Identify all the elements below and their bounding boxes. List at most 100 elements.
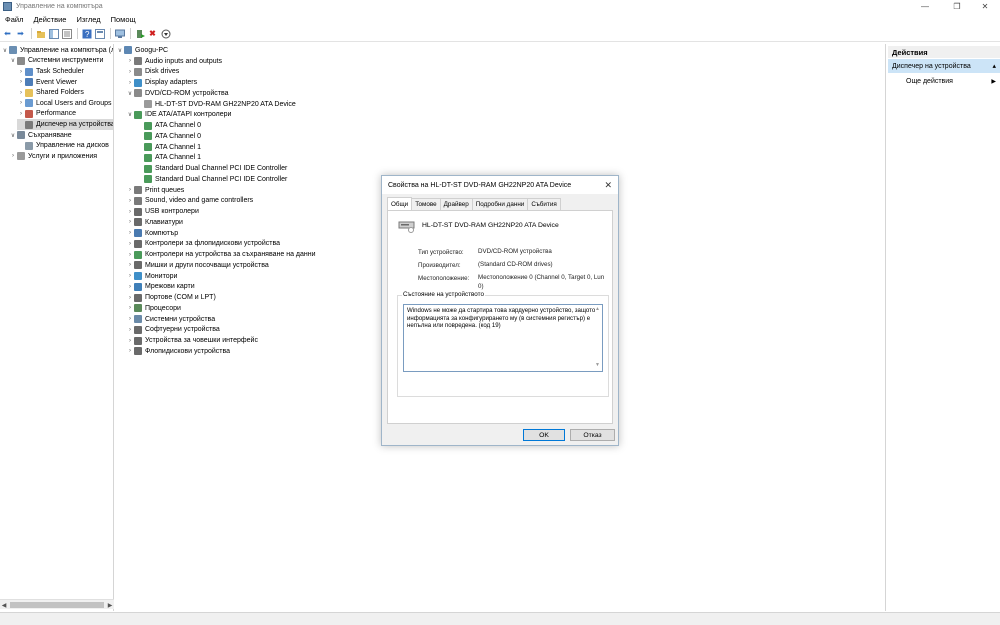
- collapsed-chevron-icon[interactable]: ›: [17, 90, 25, 96]
- expanded-chevron-icon[interactable]: ∨: [9, 132, 17, 139]
- device-tree-item[interactable]: › Софтуерни устройства: [126, 325, 220, 336]
- device-tree-item[interactable]: ∨ DVD/CD-ROM устройства: [126, 88, 229, 99]
- uninstall-device-icon[interactable]: ✖: [147, 28, 158, 39]
- device-tree-item[interactable]: › USB контролери: [126, 206, 199, 217]
- scroll-up-icon[interactable]: ▲: [595, 306, 600, 314]
- expanded-chevron-icon[interactable]: ∨: [1, 47, 9, 54]
- console-tree-item[interactable]: ∨ Съхраняване: [9, 130, 72, 141]
- collapsed-chevron-icon[interactable]: ›: [126, 230, 134, 236]
- menu-action[interactable]: Действие: [28, 15, 71, 24]
- collapsed-chevron-icon[interactable]: ›: [126, 241, 134, 247]
- collapsed-chevron-icon[interactable]: ›: [126, 80, 134, 86]
- actions-device-manager[interactable]: Диспечер на устройства ▴: [888, 59, 1000, 73]
- device-tree-item[interactable]: ∨ IDE ATA/ATAPI контролери: [126, 110, 231, 121]
- expanded-chevron-icon[interactable]: ∨: [126, 90, 134, 97]
- device-tree-item[interactable]: ATA Channel 1: [136, 142, 201, 153]
- restore-button[interactable]: ❐: [942, 0, 972, 13]
- help-icon[interactable]: ?: [81, 28, 92, 39]
- collapsed-chevron-icon[interactable]: ›: [126, 69, 134, 75]
- expanded-chevron-icon[interactable]: ∨: [126, 111, 134, 118]
- scan-hardware-icon[interactable]: [160, 28, 171, 39]
- device-tree-item[interactable]: ATA Channel 0: [136, 120, 201, 131]
- collapsed-chevron-icon[interactable]: ›: [126, 316, 134, 322]
- collapsed-chevron-icon[interactable]: ›: [126, 198, 134, 204]
- collapsed-chevron-icon[interactable]: ›: [17, 111, 25, 117]
- device-tree-item[interactable]: › Клавиатури: [126, 217, 183, 228]
- collapsed-chevron-icon[interactable]: ›: [126, 273, 134, 279]
- console-tree-item[interactable]: › Performance: [17, 109, 76, 120]
- device-tree-item[interactable]: ATA Channel 0: [136, 131, 201, 142]
- cancel-button[interactable]: Отказ: [570, 429, 615, 441]
- collapsed-chevron-icon[interactable]: ›: [126, 284, 134, 290]
- console-tree-item[interactable]: › Услуги и приложения: [9, 151, 97, 162]
- device-tree-item[interactable]: ATA Channel 1: [136, 153, 201, 164]
- device-tree-item[interactable]: Standard Dual Channel PCI IDE Controller: [136, 174, 287, 185]
- collapse-caret-icon[interactable]: ▴: [992, 62, 996, 70]
- console-tree-item[interactable]: ∨ Управление на компютъра (л: [1, 45, 113, 56]
- collapsed-chevron-icon[interactable]: ›: [126, 58, 134, 64]
- console-tree-item[interactable]: › Task Scheduler: [17, 66, 84, 77]
- device-tree-item[interactable]: › Портове (COM и LPT): [126, 292, 216, 303]
- ok-button[interactable]: OK: [523, 429, 565, 441]
- scrollbar-thumb[interactable]: [10, 602, 104, 608]
- device-tree-item[interactable]: › Print queues: [126, 185, 184, 196]
- menu-file[interactable]: Файл: [0, 15, 28, 24]
- device-status-textbox[interactable]: Windows не може да стартира това хардуер…: [403, 304, 603, 372]
- device-tree-item[interactable]: Standard Dual Channel PCI IDE Controller: [136, 163, 287, 174]
- minimize-button[interactable]: —: [910, 0, 940, 13]
- tab-volumes[interactable]: Томове: [411, 198, 441, 210]
- expanded-chevron-icon[interactable]: ∨: [9, 57, 17, 64]
- more-actions-item[interactable]: Още действия ▶: [906, 75, 998, 87]
- forward-arrow-icon[interactable]: ➡: [15, 28, 26, 39]
- device-tree-item[interactable]: › Устройства за човешки интерфейс: [126, 335, 258, 346]
- device-tree-item[interactable]: › Мрежови карти: [126, 282, 195, 293]
- console-tree-item[interactable]: › Local Users and Groups: [17, 98, 111, 109]
- expanded-chevron-icon[interactable]: ∨: [116, 47, 124, 54]
- device-tree-item[interactable]: › Контролери на устройства за съхраняване…: [126, 249, 316, 260]
- device-tree-item[interactable]: › Sound, video and game controllers: [126, 196, 253, 207]
- tab-general[interactable]: Общи: [387, 197, 413, 210]
- view-icon[interactable]: [94, 28, 105, 39]
- collapsed-chevron-icon[interactable]: ›: [17, 79, 25, 85]
- collapsed-chevron-icon[interactable]: ›: [126, 338, 134, 344]
- close-window-button[interactable]: ✕: [970, 0, 1000, 13]
- tab-details[interactable]: Подробни данни: [471, 198, 529, 210]
- tab-events[interactable]: Събития: [527, 198, 561, 210]
- collapsed-chevron-icon[interactable]: ›: [126, 327, 134, 333]
- console-tree-item[interactable]: ∨ Системни инструменти: [9, 56, 103, 67]
- collapsed-chevron-icon[interactable]: ›: [126, 252, 134, 258]
- device-tree-item[interactable]: › Контролери за флопидискови устройства: [126, 239, 280, 250]
- collapsed-chevron-icon[interactable]: ›: [126, 348, 134, 354]
- console-tree-item[interactable]: › Shared Folders: [17, 87, 84, 98]
- device-tree-item[interactable]: › Системни устройства: [126, 314, 215, 325]
- collapsed-chevron-icon[interactable]: ›: [9, 153, 17, 159]
- collapsed-chevron-icon[interactable]: ›: [126, 305, 134, 311]
- menu-view[interactable]: Изглед: [71, 15, 105, 24]
- collapsed-chevron-icon[interactable]: ›: [17, 100, 25, 106]
- back-arrow-icon[interactable]: ⬅: [2, 28, 13, 39]
- collapsed-chevron-icon[interactable]: ›: [17, 69, 25, 75]
- menu-help[interactable]: Помощ: [106, 15, 141, 24]
- collapsed-chevron-icon[interactable]: ›: [126, 219, 134, 225]
- properties-icon[interactable]: [61, 28, 72, 39]
- device-tree-item[interactable]: › Display adapters: [126, 77, 197, 88]
- device-tree-item[interactable]: HL-DT-ST DVD-RAM GH22NP20 ATA Device: [136, 99, 296, 110]
- console-tree-item[interactable]: › Event Viewer: [17, 77, 77, 88]
- collapsed-chevron-icon[interactable]: ›: [126, 209, 134, 215]
- up-folder-icon[interactable]: [35, 28, 46, 39]
- device-tree-item[interactable]: › Мишки и други посочващи устройства: [126, 260, 269, 271]
- scroll-left-icon[interactable]: ◀: [0, 600, 8, 610]
- device-tree-item[interactable]: › Audio inputs and outputs: [126, 56, 222, 67]
- collapsed-chevron-icon[interactable]: ›: [126, 295, 134, 301]
- device-tree-item[interactable]: › Флопидискови устройства: [126, 346, 230, 357]
- scroll-down-icon[interactable]: ▼: [595, 362, 600, 370]
- device-tree-item[interactable]: › Монитори: [126, 271, 177, 282]
- show-hide-tree-icon[interactable]: [48, 28, 59, 39]
- device-tree-item[interactable]: › Компютър: [126, 228, 178, 239]
- device-tree-item[interactable]: ∨ Googu-PC: [116, 45, 168, 56]
- console-tree-item[interactable]: Управление на дисков: [17, 140, 109, 151]
- device-tree-item[interactable]: › Процесори: [126, 303, 181, 314]
- device-tree-item[interactable]: › Disk drives: [126, 67, 179, 78]
- console-tree-item[interactable]: Диспечер на устройства: [17, 119, 113, 130]
- collapsed-chevron-icon[interactable]: ›: [126, 262, 134, 268]
